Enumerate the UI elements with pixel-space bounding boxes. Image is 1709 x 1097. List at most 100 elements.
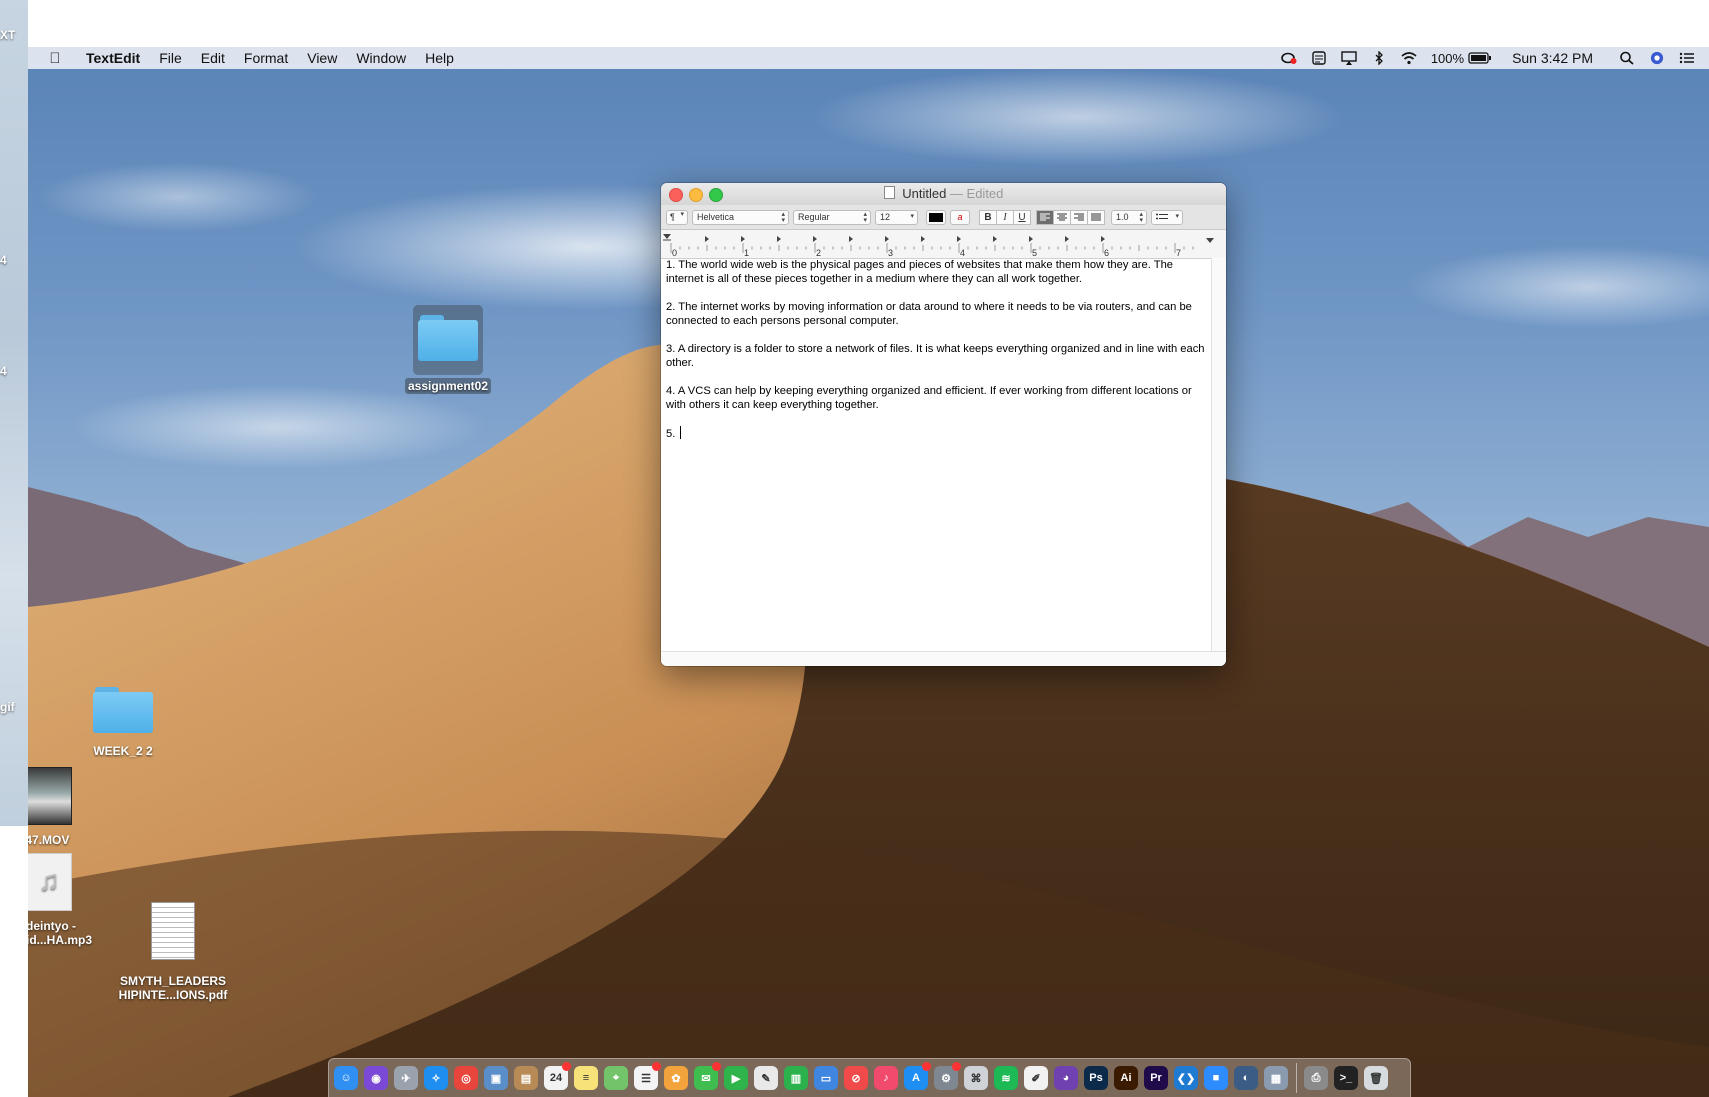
- align-right-button[interactable]: [1070, 209, 1088, 225]
- underline-button[interactable]: U: [1013, 209, 1031, 225]
- user-avatar-icon[interactable]: [1649, 51, 1665, 65]
- siri-icon[interactable]: ◉: [364, 1066, 388, 1090]
- menu-window[interactable]: Window: [356, 50, 406, 66]
- music-icon[interactable]: ♪: [874, 1066, 898, 1090]
- numbers-icon[interactable]: ▥: [784, 1066, 808, 1090]
- contacts-icon[interactable]: ▤: [514, 1066, 538, 1090]
- system-preferences-icon[interactable]: ⚙: [934, 1062, 961, 1090]
- font-style-popup[interactable]: Regular ▴ ▾: [793, 209, 871, 225]
- notification-badge: [562, 1062, 571, 1071]
- bluetooth-icon[interactable]: [1371, 51, 1387, 65]
- background-color-well[interactable]: a: [950, 209, 970, 225]
- list-bullets-popup[interactable]: ▾: [1151, 209, 1183, 225]
- menu-app-name[interactable]: TextEdit: [86, 50, 140, 66]
- preview-icon[interactable]: ▣: [484, 1066, 508, 1090]
- paragraph-3: 3. A directory is a folder to store a ne…: [666, 343, 1205, 369]
- messages-icon[interactable]: ✉: [694, 1062, 721, 1090]
- maps-icon[interactable]: ⌖: [604, 1066, 628, 1090]
- text-color-well[interactable]: [926, 209, 946, 225]
- textedit-dock-icon[interactable]: ✎: [754, 1066, 778, 1090]
- desktop-folder-week2[interactable]: WEEK_2 2: [78, 687, 168, 758]
- text-color-swatch: [929, 212, 943, 222]
- line-spacing-popup[interactable]: 1.0 ▴ ▾: [1111, 209, 1147, 225]
- italic-button[interactable]: I: [996, 209, 1014, 225]
- file-label-line1: deintyo -: [28, 919, 76, 933]
- terminal-icon[interactable]: >_: [1334, 1066, 1358, 1090]
- desktop-file-mp3[interactable]: ♫ deintyo - id...HA.mp3: [28, 853, 116, 947]
- vertical-scrollbar[interactable]: [1211, 258, 1226, 652]
- photos-icon[interactable]: ✿: [664, 1066, 688, 1090]
- document-text-area[interactable]: 1. The world wide web is the physical pa…: [661, 258, 1210, 651]
- folder-icon: [93, 687, 153, 733]
- keynote-icon[interactable]: ▭: [814, 1066, 838, 1090]
- notification-center-icon[interactable]: [1679, 51, 1695, 65]
- ruler-label: 4: [960, 248, 965, 258]
- strip-label: 4: [0, 364, 7, 378]
- font-size-combo[interactable]: 12 ▾: [875, 209, 918, 225]
- ruler-ticks: 0 1 2 3 4 5 6 7: [663, 234, 1214, 258]
- facetime-icon[interactable]: ▶: [724, 1066, 748, 1090]
- minimize-button[interactable]: [689, 188, 703, 202]
- quicktime-icon[interactable]: ◐: [1234, 1066, 1258, 1090]
- zoom-button[interactable]: [709, 188, 723, 202]
- horizontal-scrollbar[interactable]: [661, 651, 1226, 666]
- paragraph-style-icon: ¶: [670, 212, 675, 222]
- menu-file[interactable]: File: [159, 50, 182, 66]
- strip-label: XT: [0, 28, 16, 42]
- desktop-file-mov[interactable]: 5947.MOV: [28, 767, 92, 847]
- dock-apps: ☺ ◉ ✈ ✧ ◎ ▣ ▤ 24 ≡ ⌖ ☰ ✿ ✉ ▶ ✎ ▥ ▭ ⊘ ♪ A ⚙ ⌘ ≋ ✐ ◕ Ps Ai Pr ❮❯ ■ ◐ ▦: [334, 1062, 1294, 1090]
- menu-view[interactable]: View: [307, 50, 337, 66]
- ruler[interactable]: 0 1 2 3 4 5 6 7: [661, 230, 1226, 259]
- zoom-icon[interactable]: ■: [1204, 1066, 1228, 1090]
- ruler-label: 5: [1032, 248, 1037, 258]
- desktop-folder-assignment02[interactable]: assignment02: [403, 305, 493, 394]
- image-capture-icon[interactable]: ▦: [1264, 1066, 1288, 1090]
- calendar-icon[interactable]: 24: [544, 1062, 571, 1090]
- battery-percentage[interactable]: 100%: [1431, 51, 1464, 66]
- folder-label: assignment02: [404, 378, 492, 394]
- align-left-button[interactable]: [1036, 209, 1054, 225]
- align-center-button[interactable]: [1053, 209, 1071, 225]
- launchpad-icon[interactable]: ✈: [394, 1066, 418, 1090]
- airplay-icon[interactable]: [1341, 51, 1357, 65]
- menu-help[interactable]: Help: [425, 50, 454, 66]
- app-store-icon[interactable]: A: [904, 1062, 931, 1090]
- justify-button[interactable]: [1087, 209, 1105, 225]
- paragraph-style-popup[interactable]: ¶ ▾: [666, 209, 688, 225]
- chrome-icon[interactable]: ◎: [454, 1066, 478, 1090]
- close-button[interactable]: [669, 188, 683, 202]
- safari-icon[interactable]: ✧: [424, 1066, 448, 1090]
- ruler-label: 1: [744, 248, 749, 258]
- reminders-icon[interactable]: ☰: [634, 1062, 661, 1090]
- vscode-icon[interactable]: ❮❯: [1174, 1066, 1198, 1090]
- paragraph-4: 4. A VCS can help by keeping everything …: [666, 385, 1192, 411]
- notes-icon[interactable]: ≡: [574, 1066, 598, 1090]
- premiere-icon[interactable]: Pr: [1144, 1066, 1168, 1090]
- folder-label: WEEK_2 2: [93, 744, 153, 758]
- menu-format[interactable]: Format: [244, 50, 288, 66]
- creative-cloud-icon[interactable]: [1281, 51, 1297, 65]
- window-title-edited: — Edited: [949, 186, 1004, 201]
- desktop-file-pdf[interactable]: SMYTH_LEADERS HIPINTE...IONS.pdf: [113, 902, 233, 1002]
- pages-icon[interactable]: ✐: [1024, 1066, 1048, 1090]
- printer-icon[interactable]: ⎙: [1304, 1066, 1328, 1090]
- trash-icon[interactable]: 🗑: [1364, 1066, 1388, 1090]
- spotlight-search-icon[interactable]: [1619, 51, 1635, 65]
- apple-icon[interactable]: : [44, 50, 66, 67]
- notes-list-icon[interactable]: [1311, 51, 1327, 65]
- news-icon[interactable]: ⊘: [844, 1066, 868, 1090]
- font-family-popup[interactable]: Helvetica ▴ ▾: [692, 209, 789, 225]
- wifi-icon[interactable]: [1401, 51, 1417, 65]
- github-desktop-icon[interactable]: ◕: [1054, 1066, 1078, 1090]
- photoshop-icon[interactable]: Ps: [1084, 1066, 1108, 1090]
- bold-button[interactable]: B: [979, 209, 997, 225]
- finder-icon[interactable]: ☺: [334, 1066, 358, 1090]
- menu-edit[interactable]: Edit: [201, 50, 225, 66]
- window-titlebar[interactable]: Untitled — Edited: [661, 183, 1226, 205]
- illustrator-icon[interactable]: Ai: [1114, 1066, 1138, 1090]
- spotify-icon[interactable]: ≋: [994, 1066, 1018, 1090]
- script-editor-icon[interactable]: ⌘: [964, 1066, 988, 1090]
- clock[interactable]: Sun 3:42 PM: [1512, 50, 1593, 66]
- battery-icon[interactable]: [1468, 52, 1492, 64]
- file-label: 5947.MOV: [28, 833, 70, 847]
